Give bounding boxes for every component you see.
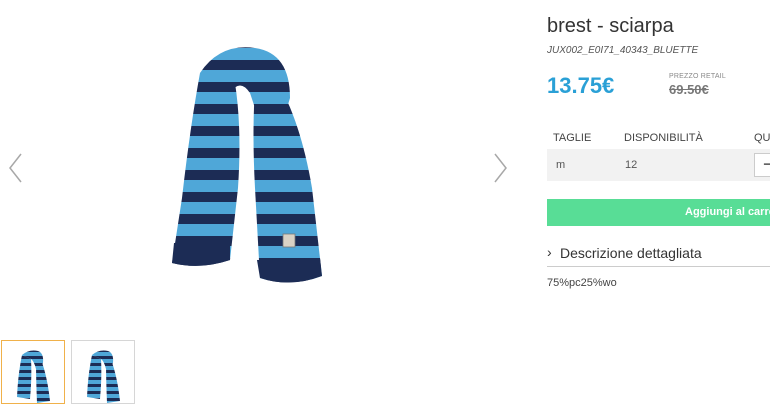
description-toggle[interactable]: › Descrizione dettagliata (547, 244, 770, 267)
chevron-left-icon (9, 153, 22, 183)
product-title: brest - sciarpa (547, 15, 674, 37)
chevron-right-icon (494, 153, 507, 183)
description-text: 75%pc25%wo (547, 277, 617, 289)
next-image-arrow[interactable] (490, 150, 510, 186)
description-toggle-label: Descrizione dettagliata (560, 245, 702, 261)
row-availability: 12 (625, 159, 638, 171)
previous-image-arrow[interactable] (6, 150, 26, 186)
retail-price-label: PREZZO RETAIL (669, 73, 726, 80)
variants-table-header: TAGLIE DISPONIBILITÀ QU (547, 130, 770, 148)
product-gallery (0, 0, 530, 335)
quantity-decrement-button[interactable]: − (754, 153, 770, 177)
header-size: TAGLIE (553, 132, 592, 144)
header-availability: DISPONIBILITÀ (624, 132, 703, 144)
scarf-thumbnail-image (87, 350, 120, 403)
scarf-image (172, 47, 322, 283)
add-to-cart-button[interactable]: Aggiungi al carrello (547, 199, 770, 226)
product-sku: JUX002_E0I71_40343_BLUETTE (547, 45, 699, 56)
retail-price: 69.50€ (669, 82, 709, 97)
thumbnail-2[interactable] (71, 340, 135, 404)
product-main-image (160, 38, 340, 293)
chevron-right-icon: › (547, 244, 552, 260)
row-size: m (556, 159, 566, 171)
thumbnail-1[interactable] (1, 340, 65, 404)
header-quantity: QU (754, 132, 770, 144)
add-to-cart-label: Aggiungi al carrello (685, 206, 770, 218)
scarf-thumbnail-image (17, 350, 50, 403)
product-info-panel: brest - sciarpa JUX002_E0I71_40343_BLUET… (547, 0, 770, 404)
table-row: m 12 − (547, 149, 770, 181)
product-price: 13.75€ (547, 73, 615, 98)
